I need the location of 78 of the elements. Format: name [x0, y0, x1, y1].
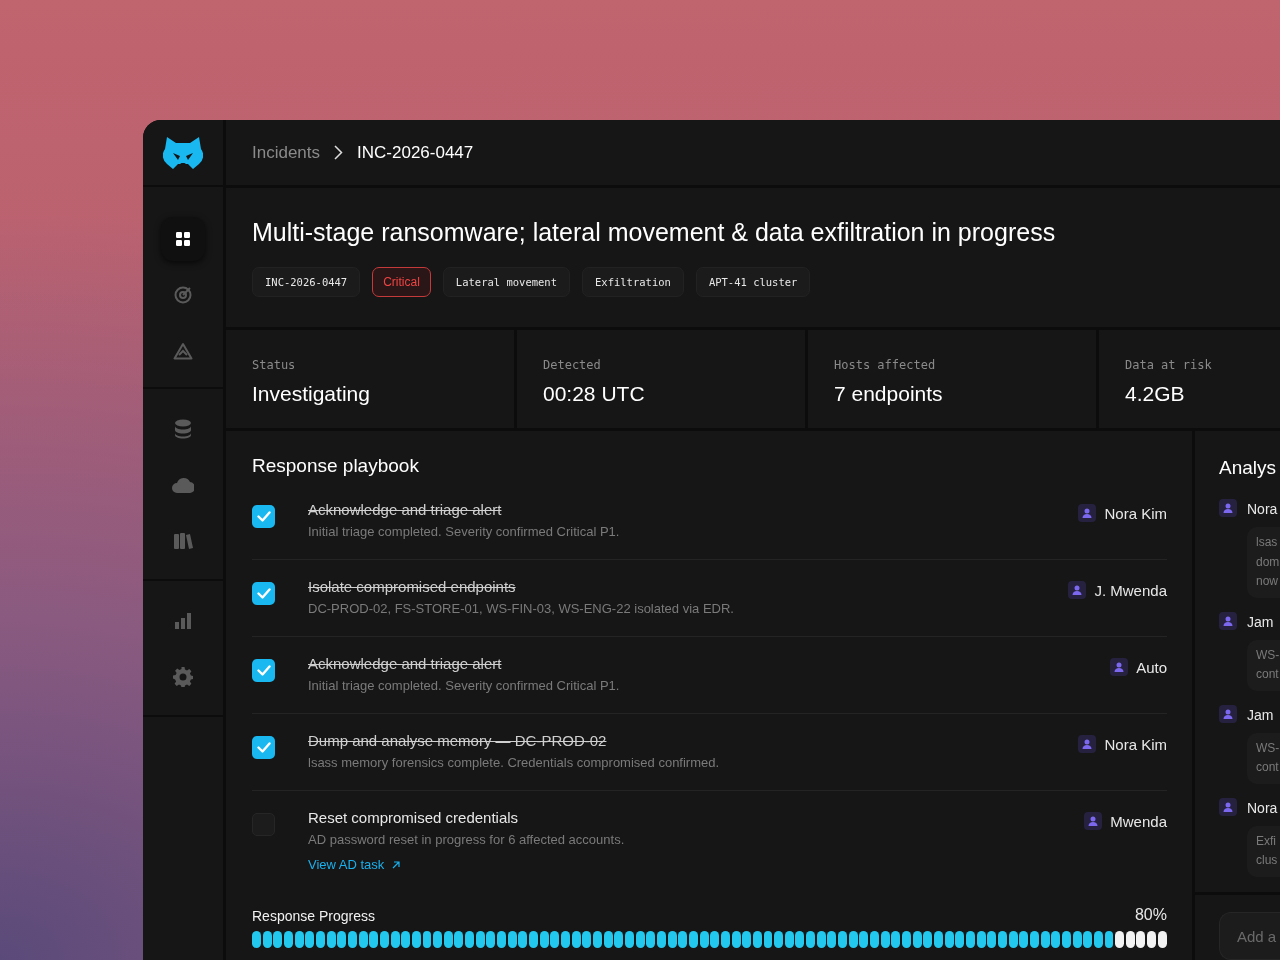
assignee-name: Mwenda	[1110, 812, 1167, 830]
books-icon	[173, 532, 193, 550]
progress-label: Response Progress	[252, 908, 375, 924]
comment-text: cont	[1256, 666, 1279, 683]
person-icon	[1068, 581, 1087, 599]
tag: INC-2026-0447	[252, 267, 361, 297]
check-icon	[256, 665, 271, 676]
comment-text: clus	[1256, 852, 1278, 869]
author-name: Jam	[1247, 612, 1274, 632]
stat-label: Data at risk	[1125, 358, 1212, 372]
chevron-icon	[334, 145, 344, 160]
person-icon	[1219, 611, 1237, 630]
step-title: Acknowledge and triage alert	[308, 501, 502, 518]
settings-icon	[173, 667, 193, 687]
warning-icon	[173, 342, 193, 360]
task-link[interactable]: View AD task	[308, 857, 401, 872]
person-icon	[1078, 735, 1097, 753]
breadcrumb-current: INC-2026-0447	[357, 142, 474, 163]
stat-label: Detected	[543, 358, 601, 372]
progress-reading: 80%	[1134, 906, 1167, 924]
step-detail: Initial triage completed. Severity confirmed Critical P1.	[308, 678, 620, 693]
person-icon	[1219, 499, 1237, 517]
incident-title: Multi-stage ransomware; lateral movement & data exfiltration in progress	[252, 218, 1056, 247]
comment-text: WS-	[1256, 739, 1280, 757]
severity-tag: Critical	[372, 267, 431, 297]
comment-text: lsas	[1256, 534, 1278, 551]
person-icon	[1078, 504, 1097, 522]
comment-text: WS-	[1256, 646, 1280, 664]
checkbox[interactable]	[252, 736, 275, 759]
arrow-icon	[392, 860, 401, 869]
step-detail: lsass memory forensics complete. Credentials compromised confirmed.	[308, 755, 720, 770]
comment-text: dom	[1256, 553, 1280, 571]
assignee-name: Auto	[1136, 658, 1167, 676]
cloud-icon	[172, 477, 194, 493]
comment-text: now	[1256, 573, 1278, 590]
checkbox[interactable]	[252, 582, 275, 605]
person-icon	[1219, 704, 1237, 723]
tag: Exfiltration	[582, 267, 684, 297]
stat-value: Investigating	[252, 382, 370, 406]
check-icon	[256, 588, 271, 599]
stat-label: Hosts affected	[834, 358, 936, 372]
person-icon	[1084, 812, 1103, 830]
grid-icon	[175, 231, 191, 247]
step-detail: Initial triage completed. Severity confirmed Critical P1.	[308, 524, 620, 539]
assignee-name: J. Mwenda	[1094, 581, 1167, 599]
author-name: Nora	[1247, 798, 1278, 818]
step-detail: DC-PROD-02, FS-STORE-01, WS-FIN-03, WS-ENG-22 isolated via EDR.	[308, 601, 734, 616]
step-title: Dump and analyse memory — DC-PROD-02	[308, 732, 607, 749]
step-detail: AD password reset in progress for 6 affected accounts.	[308, 832, 625, 847]
tag: Lateral movement	[442, 267, 570, 297]
author-name: Nora	[1247, 500, 1278, 519]
checkbox[interactable]	[252, 659, 275, 682]
checkbox[interactable]	[252, 505, 275, 528]
step-title: Acknowledge and triage alert	[308, 655, 502, 672]
person-icon	[1110, 658, 1129, 676]
assignee-name: Nora Kim	[1104, 735, 1167, 753]
comment-text: Exfi	[1256, 832, 1276, 850]
bar-chart-icon	[174, 613, 192, 629]
step-title: Reset compromised credentials	[308, 809, 519, 826]
tag: APT-41 cluster	[695, 267, 811, 297]
stat-value: 7 endpoints	[834, 382, 943, 406]
panel-title: Analys	[1218, 456, 1277, 479]
database-icon	[174, 419, 192, 439]
person-icon	[1219, 797, 1237, 816]
step-title: Isolate compromised endpoints	[308, 578, 516, 595]
assignee-name: Nora Kim	[1104, 504, 1167, 522]
stat-value: 00:28 UTC	[543, 382, 645, 406]
comment-field[interactable]: Add a	[1219, 912, 1280, 960]
stat-label: Status	[252, 358, 296, 372]
logo-icon[interactable]	[163, 135, 203, 170]
check-icon	[256, 742, 271, 753]
section-title: Response playbook	[252, 455, 419, 477]
check-icon	[256, 511, 271, 522]
comment-text: cont	[1256, 759, 1279, 776]
author-name: Jam	[1247, 705, 1274, 725]
stat-value: 4.2GB	[1125, 382, 1185, 406]
target-icon	[173, 285, 193, 305]
breadcrumb-link[interactable]: Incidents	[252, 142, 321, 163]
